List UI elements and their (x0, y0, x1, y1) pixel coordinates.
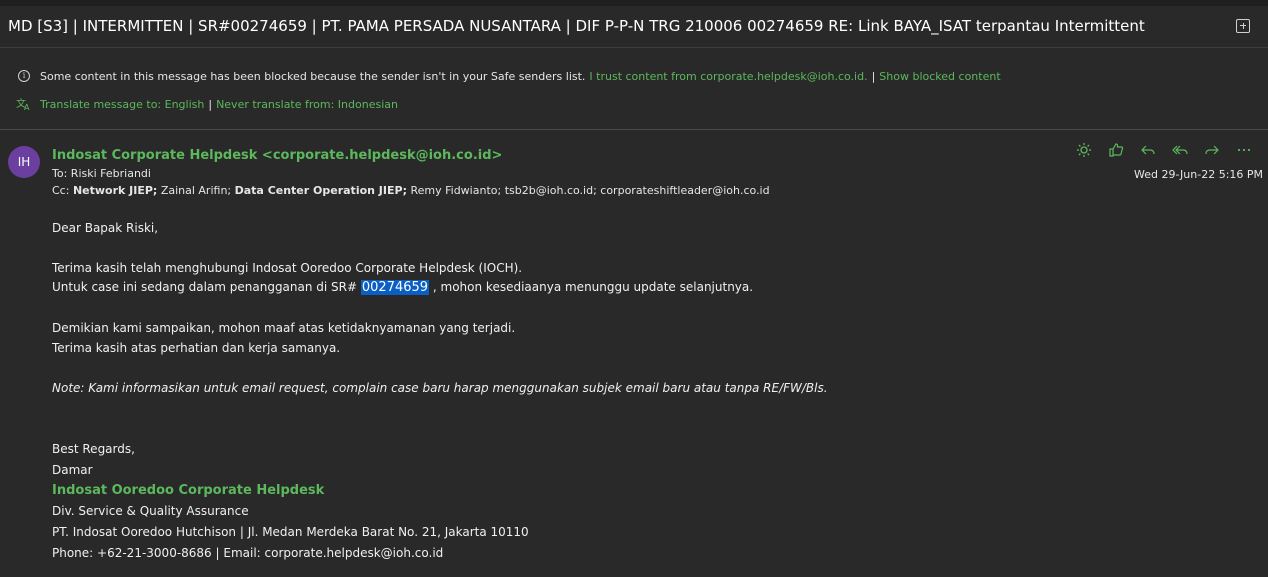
cc-recipient[interactable]: Remy Fidwianto; (410, 184, 501, 197)
show-blocked-content-link[interactable]: Show blocked content (879, 70, 1000, 83)
svg-text:A: A (24, 103, 30, 111)
body-line-2-pre: Untuk case ini sedang dalam penangganan … (52, 280, 358, 294)
translate-message-link[interactable]: Translate message to: English (40, 98, 204, 111)
to-recipient[interactable]: Riski Febriandi (71, 167, 151, 180)
notice-text: Some content in this message has been bl… (40, 69, 586, 83)
cc-recipient[interactable]: corporateshiftleader@ioh.co.id (600, 184, 769, 197)
translate-separator: | (208, 97, 213, 111)
cc-recipient[interactable]: Data Center Operation JIEP; (235, 184, 407, 197)
greeting: Dear Bapak Riski, (52, 221, 159, 235)
more-icon[interactable] (1228, 142, 1260, 162)
message-date: Wed 29-Jun-22 5:16 PM (1134, 168, 1264, 181)
avatar[interactable]: IH (8, 146, 40, 178)
top-strip (0, 0, 1268, 6)
regards: Best Regards, (52, 442, 135, 456)
signature-contact: Phone: +62-21-3000-8686 | Email: corpora… (52, 546, 444, 560)
forward-icon[interactable] (1196, 142, 1228, 162)
body-line-2: Untuk case ini sedang dalam penangganan … (52, 280, 753, 295)
cc-label: Cc: (52, 184, 70, 197)
body-line-3: Demikian kami sampaikan, mohon maaf atas… (52, 321, 516, 335)
open-in-new-window-icon[interactable] (1236, 19, 1250, 33)
header-divider (0, 47, 1268, 48)
like-icon[interactable] (1100, 142, 1132, 162)
cc-line: Cc: Network JIEP; Zainal Arifin; Data Ce… (52, 184, 770, 197)
signature-address: PT. Indosat Ooredoo Hutchison | Jl. Meda… (52, 525, 529, 539)
reply-icon[interactable] (1132, 142, 1164, 162)
translate-icon: 文A (16, 97, 32, 112)
message-divider (0, 129, 1268, 130)
signature-division: Div. Service & Quality Assurance (52, 504, 249, 518)
sun-icon[interactable] (1068, 142, 1100, 162)
blocked-content-notice: i Some content in this message has been … (18, 68, 1001, 84)
translate-bar: 文A Translate message to: English | Never… (16, 96, 398, 112)
signature-org: Indosat Ooredoo Corporate Helpdesk (52, 483, 325, 498)
message-actions (1068, 142, 1260, 162)
note: Note: Kami informasikan untuk email requ… (52, 381, 828, 395)
to-label: To: (52, 167, 68, 180)
message-subject: MD [S3] | INTERMITTEN | SR#00274659 | PT… (8, 17, 1145, 35)
trust-sender-link[interactable]: I trust content from corporate.helpdesk@… (589, 70, 867, 83)
sr-number-highlight[interactable]: 00274659 (360, 280, 430, 295)
cc-recipient[interactable]: tsb2b@ioh.co.id; (505, 184, 597, 197)
signature-name: Damar (52, 463, 93, 477)
body-line-4: Terima kasih atas perhatian dan kerja sa… (52, 341, 341, 355)
info-icon: i (18, 70, 30, 82)
never-translate-link[interactable]: Never translate from: Indonesian (216, 98, 398, 111)
notice-separator: | (871, 69, 876, 83)
body-line-1: Terima kasih telah menghubungi Indosat O… (52, 261, 523, 275)
reply-all-icon[interactable] (1164, 142, 1196, 162)
sender-name[interactable]: Indosat Corporate Helpdesk <corporate.he… (52, 148, 502, 163)
cc-recipient[interactable]: Network JIEP; (73, 184, 157, 197)
to-line: To: Riski Febriandi (52, 167, 151, 180)
cc-recipient[interactable]: Zainal Arifin; (161, 184, 231, 197)
body-line-2-post: , mohon kesediaanya menunggu update sela… (432, 280, 754, 294)
